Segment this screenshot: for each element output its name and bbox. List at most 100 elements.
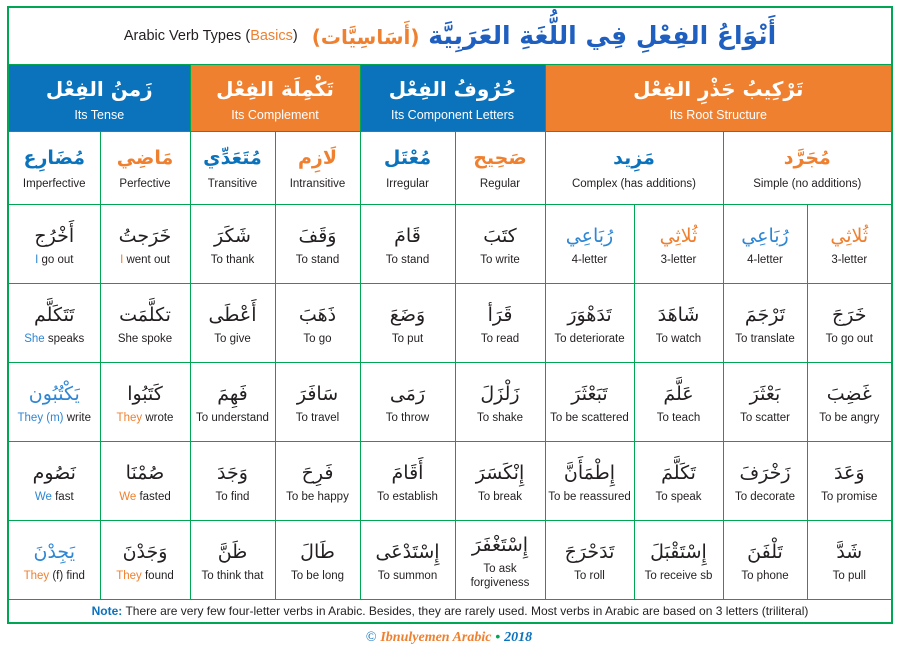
note-label: Note: xyxy=(91,604,123,618)
credit-name: Ibnulyemen Arabic xyxy=(380,630,492,645)
subheader-simple-english: Simple (no additions) xyxy=(753,178,862,191)
verb-cell: شَاهَدَ To watch xyxy=(633,283,724,363)
verb-arabic: رُبَاعِي xyxy=(741,224,789,247)
verb-english: To phone xyxy=(741,569,789,582)
verb-cell: وَعَدَ To promise xyxy=(806,441,893,521)
verb-cell: أَخْرُج I go out xyxy=(7,204,101,284)
verb-cell: نَصُوم We fast xyxy=(7,441,101,521)
verb-english: I go out xyxy=(35,253,74,266)
verb-cell: يَكْتُبُون They (m) write xyxy=(7,362,101,442)
note-text-wrap: Note: There are very few four-letter ver… xyxy=(92,604,809,618)
verb-arabic: أَقَامَ xyxy=(391,461,424,484)
subheader-transitive-english: Transitive xyxy=(207,178,258,191)
verb-cell: قَرَأ To read xyxy=(454,283,546,363)
subheader-irregular-english: Irregular xyxy=(386,178,429,191)
verb-arabic: صُمْنَا xyxy=(125,461,165,484)
verb-english: 3-letter xyxy=(831,253,868,266)
verb-arabic: زَخْرَفَ xyxy=(739,461,791,484)
verb-english-pronoun: We xyxy=(34,490,52,503)
subheader-transitive-arabic: مُتَعَدِّي xyxy=(203,146,262,169)
verb-cell: تكلَّمَت She spoke xyxy=(99,283,191,363)
verb-arabic: زَلْزَلَ xyxy=(480,382,520,405)
verb-cell: رُبَاعِي 4-letter xyxy=(544,204,635,284)
verb-english-pronoun: They xyxy=(116,569,142,582)
group-complement-arabic: تَكْمِلَة الفِعْل xyxy=(216,76,334,101)
verb-english: To speak xyxy=(655,490,702,503)
verb-english: To put xyxy=(391,332,424,345)
verb-cell: أَقَامَ To establish xyxy=(359,441,456,521)
verb-arabic: ذَهَبَ xyxy=(298,303,337,326)
verb-english-pronoun: They (m) xyxy=(17,411,64,424)
verb-cell: كَتَبُوا They wrote xyxy=(99,362,191,442)
verb-cell: تَرْجَمَ To translate xyxy=(722,283,808,363)
verb-types-table: أَنْوَاعُ الفِعْلِ فِي اللُّغَةِ العَرَب… xyxy=(7,6,894,624)
credit-separator: • xyxy=(495,628,501,644)
subheader-row: مُضَارِع Imperfective مَاضِي Perfective … xyxy=(7,131,893,205)
verb-arabic: إِسْتَغْفَرَ xyxy=(471,533,529,556)
verb-cell: خَرَجَ To go out xyxy=(806,283,893,363)
verb-arabic: ثُلاثِي xyxy=(659,224,698,247)
verb-arabic: بَعْثَرَ xyxy=(749,382,781,405)
group-root-arabic: تَرْكِيبُ جَذْرِ الفِعْل xyxy=(633,76,804,101)
verb-english-pronoun: They xyxy=(23,569,50,582)
table-row: يَكْتُبُون They (m) write كَتَبُوا They wro… xyxy=(7,362,893,442)
subheader-intransitive: لَازِم Intransitive xyxy=(274,131,361,205)
group-complement-english: Its Complement xyxy=(231,107,319,122)
verb-arabic: وَجَدْنَ xyxy=(122,540,168,563)
verb-english: To read xyxy=(480,332,520,345)
subheader-irregular-arabic: مُعْتَل xyxy=(383,146,432,169)
title-paren-close: ) xyxy=(292,27,298,44)
subheader-regular-arabic: صَحِيح xyxy=(473,146,527,169)
verb-english: To deteriorate xyxy=(554,332,625,345)
verb-cell: أَعْطَى To give xyxy=(189,283,276,363)
title-english: Arabic Verb Types (Basics) xyxy=(124,27,298,46)
verb-english: We fast xyxy=(34,490,74,503)
verb-cell: عَلَّمَ To teach xyxy=(633,362,724,442)
verb-english: To be angry xyxy=(819,411,880,424)
verb-cell: قَامَ To stand xyxy=(359,204,456,284)
verb-english-pronoun: I xyxy=(35,253,39,266)
verb-english-pronoun: We xyxy=(119,490,137,503)
credit-line: © Ibnulyemen Arabic • 2018 xyxy=(7,628,891,646)
title-arabic: أَنْوَاعُ الفِعْلِ فِي اللُّغَةِ العَرَب… xyxy=(312,19,776,53)
verb-english: To find xyxy=(215,490,250,503)
verb-arabic: ظَنَّ xyxy=(217,540,248,563)
verb-cell: فَهِمَ To understand xyxy=(189,362,276,442)
verb-english: They wrote xyxy=(116,411,174,424)
verb-cell: إِسْتَدْعَى To summon xyxy=(359,520,456,600)
verb-english: To write xyxy=(480,253,520,266)
verb-arabic: خَرَجَ xyxy=(832,303,867,326)
verb-english: She speaks xyxy=(24,332,85,345)
subheader-intransitive-arabic: لَازِم xyxy=(297,146,337,169)
group-letters-english: Its Component Letters xyxy=(391,107,514,122)
verb-cell: كتَبَ To write xyxy=(454,204,546,284)
verb-cell: وَضَعَ To put xyxy=(359,283,456,363)
verb-english: 4-letter xyxy=(747,253,783,266)
verb-cell: سَافَرَ To travel xyxy=(274,362,361,442)
subheader-perfective-arabic: مَاضِي xyxy=(116,146,174,169)
verb-cell: تَدَحْرَجَ To roll xyxy=(544,520,635,600)
verb-english: 3-letter xyxy=(660,253,697,266)
verb-english-pronoun: They xyxy=(116,411,143,424)
verb-english: She spoke xyxy=(117,332,173,345)
verb-english: To scatter xyxy=(740,411,790,424)
verb-english: To think that xyxy=(201,569,264,582)
copyright-icon: © xyxy=(365,630,377,645)
verb-arabic: نَصُوم xyxy=(32,461,76,484)
table-row: يَجِدْنَ They (f) find وَجَدْنَ They found ظ… xyxy=(7,520,893,600)
subheader-simple: مُجَرَّد Simple (no additions) xyxy=(722,131,893,205)
verb-english: To go out xyxy=(825,332,873,345)
verb-arabic: وَضَعَ xyxy=(389,303,426,326)
verb-arabic: تَدَحْرَجَ xyxy=(564,540,615,563)
chart-page: أَنْوَاعُ الفِعْلِ فِي اللُّغَةِ العَرَب… xyxy=(0,0,898,666)
verb-arabic: قَامَ xyxy=(394,224,421,247)
verb-english: To decorate xyxy=(734,490,796,503)
subheader-imperfective-arabic: مُضَارِع xyxy=(23,146,86,169)
subheader-transitive: مُتَعَدِّي Transitive xyxy=(189,131,276,205)
verb-arabic: طَالَ xyxy=(300,540,335,563)
subheader-simple-arabic: مُجَرَّد xyxy=(783,146,831,169)
verb-cell: رَمَى To throw xyxy=(359,362,456,442)
verb-cell: إِسْتَقْبَلَ To receive sb xyxy=(633,520,724,600)
verb-cell: إِنْكَسَرَ To break xyxy=(454,441,546,521)
verb-english: To pull xyxy=(832,569,866,582)
